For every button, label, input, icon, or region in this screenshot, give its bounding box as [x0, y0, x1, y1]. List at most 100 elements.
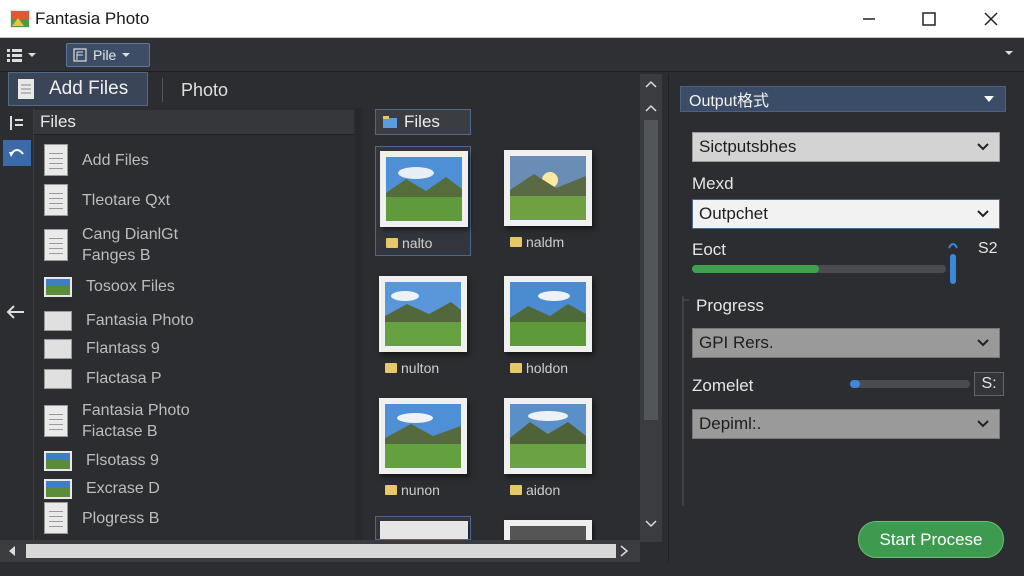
photo-preview — [504, 398, 592, 474]
image-icon — [44, 450, 72, 471]
chevron-down-icon — [122, 53, 131, 57]
list-item[interactable]: Tosoox Files — [44, 276, 175, 297]
chevron-down-icon — [977, 420, 989, 428]
list-item[interactable]: Plogress B — [44, 502, 159, 534]
title-bar: Fantasia Photo — [0, 0, 1024, 38]
tab-add-files[interactable]: Add Files — [8, 72, 148, 106]
files-panel-header: Files — [34, 110, 354, 135]
grid-icon — [7, 49, 22, 62]
document-icon — [44, 502, 68, 534]
scroll-right-icon[interactable] — [620, 545, 628, 557]
maximize-button[interactable] — [906, 4, 952, 34]
list-item[interactable]: Flantass 9 — [44, 338, 160, 359]
output-settings-dropdown[interactable]: Sictputsbhes — [692, 132, 1000, 162]
file-menu[interactable]: Pile — [66, 43, 150, 67]
thumbnail-label: aidon — [510, 482, 560, 498]
list-item[interactable]: Flactasa P — [44, 368, 162, 389]
folder-icon — [510, 485, 522, 495]
layout-menu-button[interactable] — [6, 44, 38, 66]
files-header-label: Files — [40, 112, 76, 131]
back-arrow-icon[interactable] — [4, 300, 28, 324]
photo-thumbnail[interactable]: naldm — [500, 146, 596, 256]
photo-thumbnail[interactable] — [375, 516, 471, 540]
image-icon — [44, 276, 72, 297]
photo-preview — [504, 276, 592, 352]
list-item[interactable]: Add Files — [44, 144, 149, 176]
zomelet-value-box[interactable]: S: — [974, 372, 1004, 396]
photo-thumbnail[interactable]: aidon — [500, 394, 596, 504]
chevron-down-icon — [977, 143, 989, 151]
folder-icon — [385, 485, 397, 495]
list-item[interactable]: Flsotass 9 — [44, 450, 159, 471]
list-item[interactable]: Fantasia Photo — [44, 310, 194, 331]
app-logo-icon — [10, 10, 30, 28]
gallery-files-tab[interactable]: Files — [375, 109, 471, 135]
scroll-left-icon[interactable] — [8, 545, 16, 557]
close-button[interactable] — [968, 4, 1014, 34]
document-icon — [44, 144, 68, 176]
document-icon — [44, 184, 68, 216]
zomelet-label: Zomelet — [692, 376, 754, 395]
outpchet-dropdown[interactable]: Outpchet — [692, 199, 1000, 229]
start-process-button[interactable]: Start Procese — [858, 521, 1004, 558]
list-item[interactable]: Excrase D — [44, 478, 160, 499]
minimize-icon — [863, 18, 875, 20]
tab-photo[interactable]: Photo — [181, 80, 228, 101]
thumbnail-label: holdon — [510, 360, 568, 376]
overflow-chevron-icon[interactable] — [1004, 48, 1014, 58]
minimize-button[interactable] — [846, 4, 892, 34]
folder-icon — [510, 363, 522, 373]
output-format-dropdown[interactable]: Output格式 — [680, 86, 1006, 112]
photo-thumbnail[interactable]: holdon — [500, 272, 596, 382]
photo-preview — [504, 520, 592, 540]
panel-divider[interactable] — [355, 108, 363, 540]
status-strip — [0, 562, 1024, 576]
list-item[interactable]: Tleotare Qxt — [44, 184, 170, 216]
folder-icon — [44, 310, 72, 331]
zomelet-slider-fill — [850, 380, 860, 388]
undo-button[interactable] — [3, 140, 31, 166]
list-item[interactable]: Fantasia Photo Fiactase B — [44, 400, 190, 442]
tab-divider — [162, 78, 163, 102]
maximize-icon — [922, 12, 936, 26]
photo-thumbnail[interactable]: nalto — [375, 146, 471, 256]
menu-bar: Pile — [0, 38, 1024, 72]
tab-add-files-label: Add Files — [49, 78, 129, 99]
scroll-up-icon[interactable] — [645, 104, 657, 112]
progress-label: Progress — [696, 296, 765, 315]
mexd-label: Mexd — [692, 174, 734, 193]
depiml-dropdown[interactable]: Depiml:. — [692, 409, 1000, 439]
folder-icon — [510, 237, 522, 247]
image-icon — [44, 478, 72, 499]
ext-progress-fill — [692, 265, 819, 273]
scroll-down-icon[interactable] — [645, 520, 657, 528]
photo-thumbnail[interactable]: nulton — [375, 272, 471, 382]
ext-value: S2 — [978, 240, 998, 257]
thumbnail-label: nunon — [385, 482, 440, 498]
scrollbar-thumb[interactable] — [644, 120, 658, 420]
close-icon — [984, 12, 998, 26]
photo-thumbnail[interactable] — [500, 516, 596, 540]
ext-label: Eoct — [692, 240, 727, 259]
gallery-files-tab-label: Files — [404, 112, 440, 131]
section-bracket — [682, 296, 689, 506]
vertical-scrollbar[interactable] — [640, 74, 662, 542]
photo-thumbnail[interactable]: nunon — [375, 394, 471, 504]
scroll-up-icon[interactable] — [645, 80, 657, 88]
document-icon — [44, 229, 68, 261]
photo-preview — [380, 151, 468, 227]
zomelet-slider[interactable] — [850, 380, 970, 388]
document-icon — [18, 79, 34, 99]
gpu-dropdown[interactable]: GPI Rers. — [692, 328, 1000, 358]
chevron-down-icon — [984, 96, 994, 102]
chevron-down-icon — [977, 210, 989, 218]
scrollbar-thumb[interactable] — [26, 544, 616, 558]
ext-slider-handle[interactable] — [946, 238, 960, 286]
folder-icon — [383, 116, 397, 128]
photo-preview — [379, 398, 467, 474]
list-item[interactable]: Cang DianlGt Fanges B — [44, 224, 178, 266]
side-toolbar — [0, 108, 34, 540]
horizontal-scrollbar[interactable] — [0, 540, 640, 562]
list-icon — [10, 116, 23, 130]
list-view-button[interactable] — [3, 110, 31, 136]
